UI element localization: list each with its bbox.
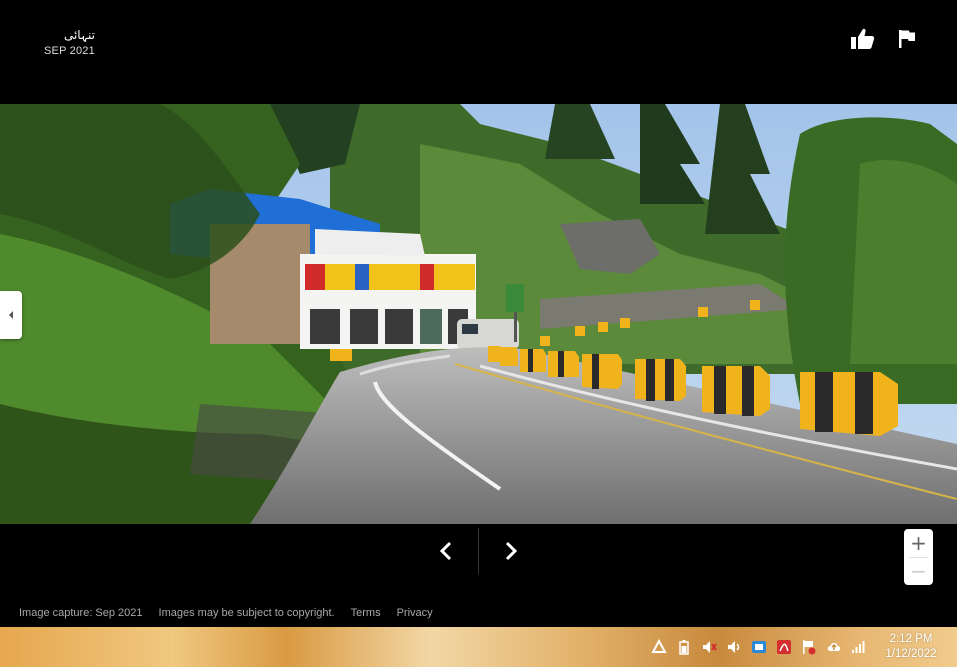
street-view-photo[interactable] [0,104,957,524]
location-info: تنہائی SEP 2021 [44,28,95,57]
photo-navigation [414,528,544,574]
system-tray [650,638,867,655]
taskbar: 2:12 PM 1/12/2022 [0,627,957,667]
acrobat-icon[interactable] [775,638,792,655]
chevron-right-icon [505,541,518,561]
copyright-text: Images may be subject to copyright. [158,607,335,619]
zoom-divider [909,557,928,558]
capture-date: SEP 2021 [44,45,95,57]
clock-date: 1/12/2022 [885,648,937,660]
clock-time: 2:12 PM [889,633,933,645]
zoom-out-button[interactable]: − [904,557,933,585]
flag-icon[interactable] [895,28,919,50]
image-capture-text: Image capture: Sep 2021 [19,607,143,619]
previous-photo-button[interactable] [414,528,478,574]
attribution-footer: Image capture: Sep 2021 Images may be su… [19,607,433,619]
signal-bars-icon[interactable] [850,638,867,655]
flag-alert-icon[interactable] [800,638,817,655]
top-actions [851,28,919,50]
next-photo-button[interactable] [479,528,543,574]
privacy-link[interactable]: Privacy [397,607,433,619]
place-title: تنہائی [63,28,95,42]
speaker-icon[interactable] [725,638,742,655]
keyboard-icon[interactable] [750,638,767,655]
battery-icon[interactable] [675,638,692,655]
expand-panel-button[interactable] [0,291,22,339]
zoom-in-button[interactable]: + [904,529,933,557]
panorama-image [0,104,957,524]
terms-link[interactable]: Terms [351,607,381,619]
taskbar-clock[interactable]: 2:12 PM 1/12/2022 [881,632,941,662]
drive-icon[interactable] [650,638,667,655]
zoom-control: + − [904,529,933,585]
caret-left-icon [9,311,13,319]
thumbs-up-icon[interactable] [851,28,875,50]
chevron-left-icon [439,541,452,561]
cloud-upload-icon[interactable] [825,638,842,655]
mute-speaker-icon[interactable] [700,638,717,655]
street-view-viewer: تنہائی SEP 2021 + − Image capture: Sep 2… [0,0,957,627]
